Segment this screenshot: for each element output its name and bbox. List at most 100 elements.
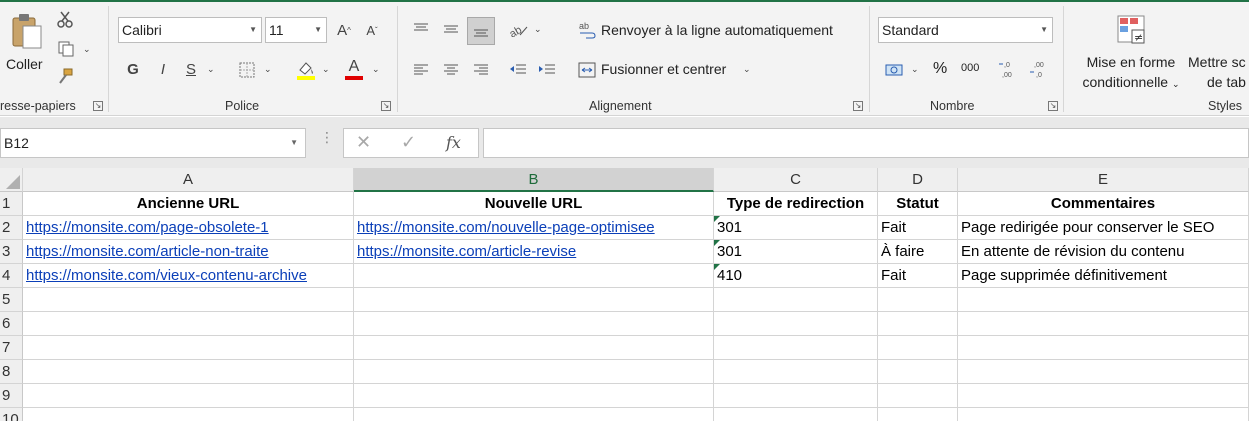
accounting-format-icon[interactable] xyxy=(882,59,906,81)
cell-d7[interactable] xyxy=(878,336,958,360)
bold-button[interactable]: G xyxy=(122,58,144,80)
formula-input[interactable] xyxy=(483,128,1249,158)
merge-center-icon[interactable] xyxy=(577,60,597,80)
orientation-icon[interactable]: ab xyxy=(506,18,530,40)
cell-a1[interactable]: Ancienne URL xyxy=(23,192,354,216)
cell-a4[interactable]: https://monsite.com/vieux-contenu-archiv… xyxy=(23,264,354,288)
cell-b5[interactable] xyxy=(354,288,714,312)
clipboard-launcher-icon[interactable]: ↘ xyxy=(93,101,103,111)
copy-dropdown-icon[interactable]: ⌄ xyxy=(83,44,91,55)
enter-icon[interactable]: ✓ xyxy=(401,132,416,153)
cell-e3[interactable]: En attente de révision du contenu xyxy=(958,240,1249,264)
wrap-text-icon[interactable]: ab xyxy=(577,20,597,40)
cell-c8[interactable] xyxy=(714,360,878,384)
row-header-4[interactable]: 4 xyxy=(0,264,23,288)
cell-a6[interactable] xyxy=(23,312,354,336)
alignment-launcher-icon[interactable]: ↘ xyxy=(853,101,863,111)
fill-color-dropdown-icon[interactable]: ⌄ xyxy=(322,64,330,75)
cell-d3[interactable]: À faire xyxy=(878,240,958,264)
cell-b1[interactable]: Nouvelle URL xyxy=(354,192,714,216)
row-header-10[interactable]: 10 xyxy=(0,408,23,421)
cell-d8[interactable] xyxy=(878,360,958,384)
cell-e4[interactable]: Page supprimée définitivement xyxy=(958,264,1249,288)
orientation-dropdown-icon[interactable]: ⌄ xyxy=(534,24,542,35)
cell-d6[interactable] xyxy=(878,312,958,336)
cell-c9[interactable] xyxy=(714,384,878,408)
row-header-1[interactable]: 1 xyxy=(0,192,23,216)
cell-b4[interactable] xyxy=(354,264,714,288)
conditional-format-icon[interactable]: ≠ xyxy=(1113,12,1149,48)
select-all-button[interactable] xyxy=(0,168,23,192)
cell-e6[interactable] xyxy=(958,312,1249,336)
cell-e5[interactable] xyxy=(958,288,1249,312)
cell-c3[interactable]: 301 xyxy=(714,240,878,264)
merge-center-button[interactable]: Fusionner et centrer xyxy=(601,61,726,77)
row-header-9[interactable]: 9 xyxy=(0,384,23,408)
align-top-icon[interactable] xyxy=(410,18,432,40)
format-as-table-button[interactable]: Mettre sc de tab xyxy=(1188,52,1249,92)
font-size-select[interactable]: 11 ▼ xyxy=(265,17,327,43)
cell-a10[interactable] xyxy=(23,408,354,421)
cut-icon[interactable] xyxy=(54,10,76,30)
cell-e10[interactable] xyxy=(958,408,1249,421)
thousands-button[interactable]: 000 xyxy=(961,62,979,74)
wrap-text-button[interactable]: Renvoyer à la ligne automatiquement xyxy=(601,22,833,38)
cell-e2[interactable]: Page redirigée pour conserver le SEO xyxy=(958,216,1249,240)
row-header-2[interactable]: 2 xyxy=(0,216,23,240)
font-launcher-icon[interactable]: ↘ xyxy=(381,101,391,111)
cell-b6[interactable] xyxy=(354,312,714,336)
row-header-6[interactable]: 6 xyxy=(0,312,23,336)
cell-b2[interactable]: https://monsite.com/nouvelle-page-optimi… xyxy=(354,216,714,240)
cell-d5[interactable] xyxy=(878,288,958,312)
cell-a7[interactable] xyxy=(23,336,354,360)
percent-button[interactable]: % xyxy=(933,60,947,78)
cell-e1[interactable]: Commentaires xyxy=(958,192,1249,216)
cell-a3[interactable]: https://monsite.com/article-non-traite xyxy=(23,240,354,264)
cell-d10[interactable] xyxy=(878,408,958,421)
cell-c7[interactable] xyxy=(714,336,878,360)
align-center-icon[interactable] xyxy=(440,59,462,81)
row-header-8[interactable]: 8 xyxy=(0,360,23,384)
cell-c2[interactable]: 301 xyxy=(714,216,878,240)
underline-button[interactable]: S xyxy=(180,58,202,80)
conditional-format-button[interactable]: Mise en forme conditionnelle ⌄ xyxy=(1072,52,1190,94)
align-left-icon[interactable] xyxy=(410,59,432,81)
borders-icon[interactable] xyxy=(236,59,258,81)
merge-dropdown-icon[interactable]: ⌄ xyxy=(743,64,751,75)
row-header-3[interactable]: 3 xyxy=(0,240,23,264)
cell-d2[interactable]: Fait xyxy=(878,216,958,240)
column-header-e[interactable]: E xyxy=(958,168,1249,192)
row-header-5[interactable]: 5 xyxy=(0,288,23,312)
align-middle-icon[interactable] xyxy=(440,18,462,40)
cell-b8[interactable] xyxy=(354,360,714,384)
cell-a8[interactable] xyxy=(23,360,354,384)
underline-dropdown-icon[interactable]: ⌄ xyxy=(207,64,215,75)
cell-a2[interactable]: https://monsite.com/page-obsolete-1 xyxy=(23,216,354,240)
number-launcher-icon[interactable]: ↘ xyxy=(1048,101,1058,111)
fill-color-icon[interactable] xyxy=(294,57,318,81)
cell-e7[interactable] xyxy=(958,336,1249,360)
font-color-icon[interactable]: A xyxy=(342,57,366,81)
increase-indent-icon[interactable] xyxy=(536,59,558,81)
cell-c5[interactable] xyxy=(714,288,878,312)
name-box[interactable]: B12 ▼ xyxy=(0,128,306,158)
decrease-indent-icon[interactable] xyxy=(507,59,529,81)
number-format-select[interactable]: Standard ▼ xyxy=(878,17,1053,43)
paste-button[interactable]: Coller xyxy=(6,8,50,78)
font-color-dropdown-icon[interactable]: ⌄ xyxy=(372,64,380,75)
cell-c4[interactable]: 410 xyxy=(714,264,878,288)
row-header-7[interactable]: 7 xyxy=(0,336,23,360)
cell-c6[interactable] xyxy=(714,312,878,336)
grow-font-button[interactable]: A ^ xyxy=(334,20,354,40)
align-right-icon[interactable] xyxy=(470,59,492,81)
increase-decimal-icon[interactable]: ,0,00 xyxy=(997,58,1021,82)
accounting-dropdown-icon[interactable]: ⌄ xyxy=(911,64,919,75)
cell-d9[interactable] xyxy=(878,384,958,408)
italic-button[interactable]: I xyxy=(152,58,174,80)
borders-dropdown-icon[interactable]: ⌄ xyxy=(264,64,272,75)
cell-b7[interactable] xyxy=(354,336,714,360)
cell-d1[interactable]: Statut xyxy=(878,192,958,216)
cell-a9[interactable] xyxy=(23,384,354,408)
column-header-b[interactable]: B xyxy=(354,168,714,192)
shrink-font-button[interactable]: Aˇ xyxy=(362,20,382,40)
